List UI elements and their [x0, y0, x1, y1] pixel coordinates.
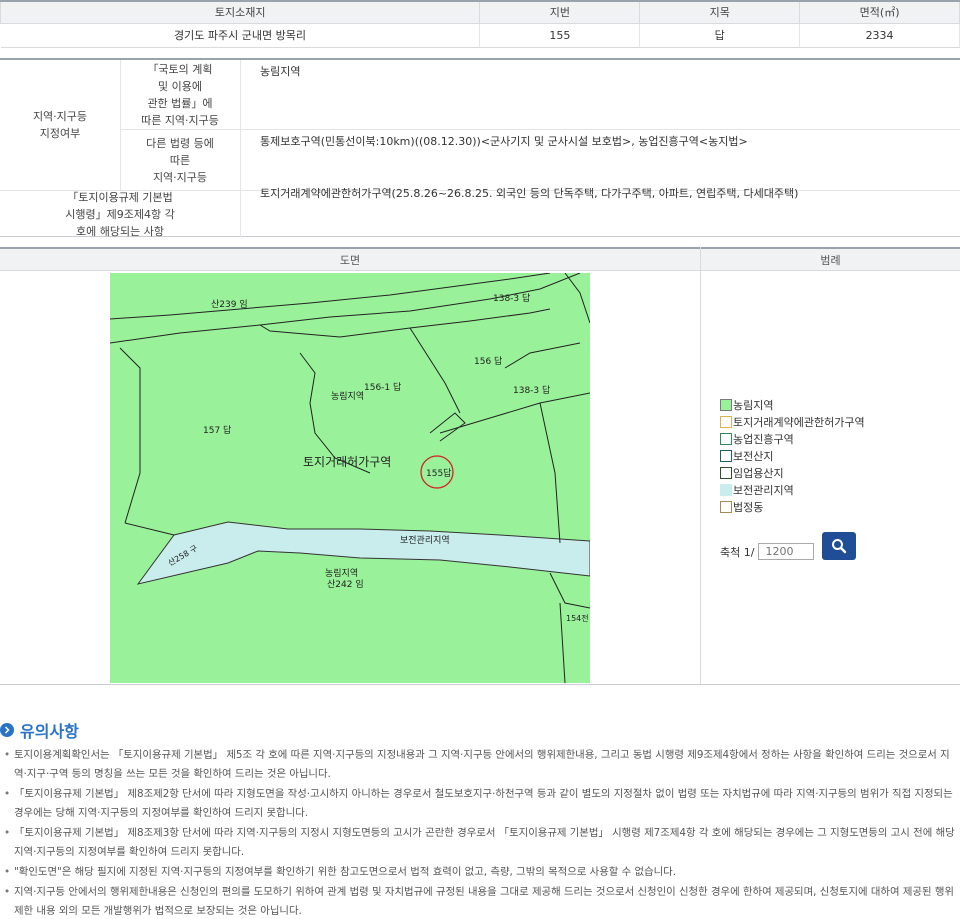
map-label-permit-zone: 토지거래허가구역 [303, 455, 391, 469]
conservation-zone-area [136, 521, 590, 585]
map-label-1561: 156-1 답 [364, 381, 401, 393]
scale-search-button[interactable] [822, 532, 856, 560]
col-header-lot-number: 지번 [479, 0, 641, 24]
legend-swatch [720, 466, 732, 479]
legend-item: 보전관리지역 [720, 481, 865, 498]
legend-swatch [720, 500, 732, 513]
legend-item: 농림지역 [720, 396, 865, 413]
legend-item: 법정동 [720, 498, 865, 515]
scale-control: 축척 1/ [720, 543, 815, 560]
search-icon [832, 539, 847, 554]
legend-label: 법정동 [733, 500, 764, 514]
zone-row2-label: 다른 법령 등에 따른 지역·지구등 [146, 136, 214, 184]
map-header: 도면 [0, 247, 700, 271]
legend-label: 농업진흥구역 [733, 432, 794, 446]
legend-swatch [720, 432, 732, 445]
legend-label: 토지거래계약에관한허가구역 [733, 415, 865, 429]
legend-swatch [720, 449, 732, 462]
cell-lot-number: 155 [479, 23, 641, 48]
chevron-right-icon [0, 723, 14, 737]
legend-label: 농림지역 [733, 398, 774, 412]
land-table-header: 토지소재지 지번 지목 면적(㎡) [0, 0, 960, 24]
notes-list: 토지이용계획확인서는 「토지이용규제 기본법」 제5조 각 호에 따른 지역·지… [4, 746, 956, 919]
col-header-location: 토지소재지 [0, 0, 481, 24]
map-label-1383b: 138-3 답 [513, 384, 550, 396]
cell-area: 2334 [799, 23, 960, 48]
map-label-nongrim2: 농림지역 [325, 567, 358, 579]
note-item: 「토지이용규제 기본법」 제8조제3항 단서에 따라 지역·지구등의 지정시 지… [4, 824, 956, 862]
col-header-land-category: 지목 [639, 0, 801, 24]
note-item: 토지이용계획확인서는 「토지이용규제 기본법」 제5조 각 호에 따른 지역·지… [4, 746, 956, 784]
legend-swatch [720, 398, 732, 411]
zone-designation-table: 지역·지구등 지정여부 「국토의 계획 및 이용에 관한 법률」에 따른 지역·… [0, 58, 960, 238]
notes-title-text: 유의사항 [20, 722, 79, 741]
zone-group-label: 지역·지구등 지정여부 [32, 110, 88, 140]
note-item: "확인도면"은 해당 필지에 지정된 지역·지구등의 지정여부를 확인하기 위한… [4, 863, 956, 882]
map-label-san242: 산242 임 [327, 578, 364, 590]
map-drawing: 산239 임 138-3 답 156 답 156-1 답 138-3 답 농림지… [110, 273, 590, 683]
map-label-nongrim1: 농림지역 [331, 390, 364, 402]
legend-swatch [720, 415, 732, 428]
legend-label: 보전관리지역 [733, 483, 794, 497]
legend-item: 보전산지 [720, 447, 865, 464]
zone-row1-value: 농림지역 [260, 65, 301, 78]
map-label-bojeon: 보전관리지역 [400, 535, 450, 546]
notes-title: 유의사항 [0, 718, 79, 742]
map-label-1383a: 138-3 답 [493, 292, 530, 304]
note-item: 지역·지구등 안에서의 행위제한내용은 신청인의 편의를 도모하기 위하여 관계… [4, 883, 956, 919]
legend-header: 범례 [701, 247, 960, 271]
cadastral-map[interactable]: 산239 임 138-3 답 156 답 156-1 답 138-3 답 농림지… [110, 273, 590, 683]
cell-land-category: 답 [639, 23, 801, 48]
cell-location: 경기도 파주시 군내면 방목리 [0, 23, 481, 48]
map-label-san239: 산239 임 [211, 298, 248, 310]
map-label-157: 157 답 [203, 424, 231, 436]
land-info-table: 토지소재지 지번 지목 면적(㎡) 경기도 파주시 군내면 방목리 155 답 … [0, 0, 960, 48]
note-item: 「토지이용규제 기본법」 제8조제2항 단서에 따라 지형도면을 작성·고시하지… [4, 785, 956, 823]
zone-row3-value: 토지거래계약에관한허가구역(25.8.26~26.8.25. 외국인 등의 단독… [260, 187, 799, 200]
zone-row1-label: 「국토의 계획 및 이용에 관한 법률」에 따른 지역·지구등 [141, 63, 219, 127]
legend-item: 농업진흥구역 [720, 430, 865, 447]
map-legend: 농림지역 토지거래계약에관한허가구역 농업진흥구역 보전산지 임업용산지 보전관… [720, 396, 865, 515]
map-label-155: 155답 [426, 467, 451, 479]
scale-label: 축척 1/ [720, 545, 755, 559]
legend-swatch [720, 483, 732, 496]
map-label-154: 154전 [566, 613, 589, 623]
legend-label: 보전산지 [733, 449, 774, 463]
col-header-area: 면적(㎡) [799, 0, 960, 24]
scale-input[interactable] [758, 543, 815, 560]
legend-label: 임업용산지 [733, 466, 784, 480]
zone-row3-label: 「토지이용규제 기본법 시행령」제9조제4항 각 호에 해당되는 사항 [65, 190, 175, 238]
legend-item: 토지거래계약에관한허가구역 [720, 413, 865, 430]
zone-row2-value: 통제보호구역(민통선이북:10km)((08.12.30))<군사기지 및 군사… [260, 135, 748, 148]
map-label-156: 156 답 [474, 355, 502, 367]
land-table-row: 경기도 파주시 군내면 방목리 155 답 2334 [0, 23, 960, 48]
legend-item: 임업용산지 [720, 464, 865, 481]
